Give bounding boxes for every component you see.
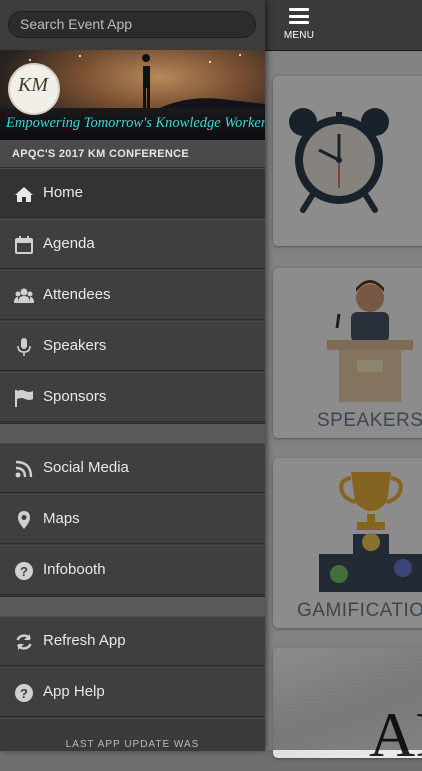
nav-item-home[interactable]: Home [0,168,265,218]
nav-label-infobooth: Infobooth [43,561,106,578]
menu-button[interactable]: MENU [279,6,319,46]
search-bar: Search Event App [0,0,265,50]
nav-label-speakers: Speakers [43,337,107,354]
users-icon [14,288,34,303]
question-icon: ? [15,684,33,702]
nav-item-refresh-app[interactable]: Refresh App [0,616,265,666]
nav-label-app-help: App Help [43,683,105,700]
nav-label-refresh-app: Refresh App [43,632,126,649]
nav-label-maps: Maps [43,510,80,527]
nav-label-sponsors: Sponsors [43,388,107,405]
last-update-footer: LAST APP UPDATE WAS [0,718,265,751]
map-pin-icon [18,511,30,529]
side-drawer: Search Event App KM Empowering Tomorrow'… [0,0,265,751]
nav-item-maps[interactable]: Maps [0,494,265,544]
banner-tagline: Empowering Tomorrow's Knowledge Workers [6,115,265,131]
conference-banner: KM Empowering Tomorrow's Knowledge Worke… [0,50,265,140]
nav-label-agenda: Agenda [43,235,95,252]
calendar-icon [15,236,33,254]
nav-item-agenda[interactable]: Agenda [0,219,265,269]
nav-label-social-media: Social Media [43,459,129,476]
menu-label: MENU [283,30,315,41]
home-icon [15,187,33,202]
nav-item-social-media[interactable]: Social Media [0,443,265,493]
main-content: MENU SPEAKERS GAMIFICATIO A [265,0,422,758]
hamburger-icon [289,8,309,24]
nav-separator [0,596,265,616]
rss-icon [15,460,33,478]
nav-item-infobooth[interactable]: ? Infobooth [0,545,265,595]
nav-label-home: Home [43,184,84,201]
search-input[interactable]: Search Event App [8,11,256,38]
conference-title: APQC'S 2017 KM CONFERENCE [0,140,265,168]
svg-text:?: ? [20,686,28,701]
refresh-icon [16,634,32,650]
nav-separator [0,423,265,443]
top-bar: MENU [265,0,422,51]
svg-text:?: ? [20,564,28,579]
content-dim-overlay[interactable] [265,50,422,750]
km-logo-text: KM [18,74,48,96]
flag-icon [15,390,33,407]
nav-item-attendees[interactable]: Attendees [0,270,265,320]
nav-item-sponsors[interactable]: Sponsors [0,372,265,422]
nav-item-app-help[interactable]: ? App Help [0,667,265,717]
microphone-icon [17,338,31,356]
nav-item-speakers[interactable]: Speakers [0,321,265,371]
question-icon: ? [15,562,33,580]
nav-label-attendees: Attendees [43,286,111,303]
